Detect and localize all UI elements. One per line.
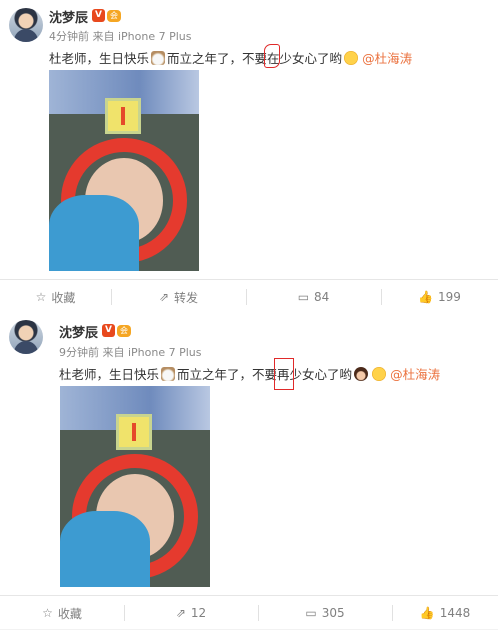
avatar[interactable] [9,8,43,42]
mention-link[interactable]: @杜海涛 [362,48,412,67]
post-text: 杜老师，生日快乐 而立之年了，不要 在 少女心了哟 @杜海涛 [49,44,412,68]
text-part-a: 杜老师，生日快乐 [49,51,150,66]
weibo-post-2: 沈梦辰 V 会 9分钟前 来自 iPhone 7 Plus 杜老师，生日快乐 而… [0,313,498,595]
mention-link[interactable]: @杜海涛 [390,364,440,383]
forward-icon: ⇗ [158,290,170,304]
comment-icon: ▭ [305,606,317,620]
text-part-b: 而立之年了，不要 [177,367,278,382]
favorite-button[interactable]: ☆ 收藏 [0,280,111,314]
username[interactable]: 沈梦辰 [59,322,98,341]
girl-emoji-icon [354,366,369,381]
verified-badge-icon: V [92,9,105,22]
like-button[interactable]: 👍 199 [381,280,498,314]
cake-emoji-icon [151,50,166,65]
text-part-c: 少女心了哟 [279,51,343,66]
post-meta: 4分钟前 来自 iPhone 7 Plus [49,28,192,44]
verified-badge-icon: V [102,324,115,337]
post-source: 来自 iPhone 7 Plus [102,346,202,359]
username[interactable]: 沈梦辰 [49,7,88,26]
action-bar-1: ☆ 收藏 ⇗ 转发 ▭ 84 👍 199 [0,279,498,313]
forward-button[interactable]: ⇗ 转发 [111,280,246,314]
shy-face-emoji-icon [372,366,387,381]
post-text: 杜老师，生日快乐 而立之年了，不要 再 少女心了哟 @杜海涛 [59,358,440,390]
shy-face-emoji-icon [344,50,359,65]
action-bar-2: ☆ 收藏 ⇗ 12 ▭ 305 👍 1448 [0,595,498,629]
favorite-button[interactable]: ☆ 收藏 [0,596,124,630]
post-photo[interactable] [49,70,199,271]
thumbs-up-icon: 👍 [419,606,435,620]
post-time[interactable]: 4分钟前 [49,30,89,43]
forward-icon: ⇗ [175,606,186,620]
weibo-post-1: 沈梦辰 V 会 4分钟前 来自 iPhone 7 Plus 杜老师，生日快乐 而… [0,0,498,279]
avatar[interactable] [9,320,43,354]
cake-emoji-icon [161,366,176,381]
post-time[interactable]: 9分钟前 [59,346,99,359]
post-meta: 9分钟前 来自 iPhone 7 Plus [59,344,202,360]
comment-button[interactable]: ▭ 84 [246,280,381,314]
star-icon: ☆ [35,290,47,304]
annotated-char: 在 [264,44,280,68]
number-sign [115,414,152,451]
member-badge-icon: 会 [117,325,131,337]
star-icon: ☆ [42,606,53,620]
text-part-c: 少女心了哟 [289,367,353,382]
text-part-b: 而立之年了，不要 [167,51,268,66]
member-badge-icon: 会 [107,10,121,22]
like-button[interactable]: 👍 1448 [392,596,498,630]
comment-button[interactable]: ▭ 305 [258,596,392,630]
post-source: 来自 iPhone 7 Plus [92,30,192,43]
annotated-char: 再 [274,358,294,390]
thumbs-up-icon: 👍 [418,290,434,304]
post-photo[interactable] [60,386,210,587]
number-sign [104,98,141,135]
text-part-a: 杜老师，生日快乐 [59,367,160,382]
comment-icon: ▭ [297,290,310,304]
forward-button[interactable]: ⇗ 12 [124,596,258,630]
